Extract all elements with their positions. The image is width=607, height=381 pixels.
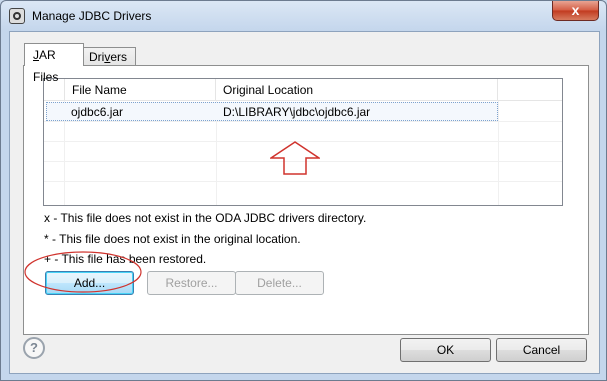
tab-jar-files[interactable]: JAR Files [24,43,84,84]
jar-files-table[interactable]: File Name Original Location ojdbc6.jar D… [43,78,563,206]
grid-line [498,101,499,205]
restore-button[interactable]: Restore... [147,271,236,295]
tab-drivers[interactable]: Drivers [83,47,136,67]
cell-original-location: D:\LIBRARY\jdbc\ojdbc6.jar [223,105,371,119]
table-header: File Name Original Location [44,79,562,101]
cell-file-name: ojdbc6.jar [71,105,124,119]
title-bar: Manage JDBC Drivers x [1,1,606,31]
up-arrow-annotation [270,141,320,175]
dialog-body: JAR Files Drivers File Name Original Loc… [9,31,600,374]
help-icon[interactable]: ? [23,337,45,359]
cancel-button[interactable]: Cancel [496,338,587,362]
window-title: Manage JDBC Drivers [32,9,152,23]
close-button[interactable]: x [552,1,599,21]
dialog-window: Manage JDBC Drivers x JAR Files Drivers … [0,0,607,381]
circle-annotation [24,251,142,293]
delete-button[interactable]: Delete... [235,271,324,295]
column-header-original-location[interactable]: Original Location [216,79,498,101]
jar-files-panel: File Name Original Location ojdbc6.jar D… [23,65,589,335]
column-header-file-name[interactable]: File Name [64,79,216,101]
app-icon [9,8,25,24]
legend-missing-in-original: * - This file does not exist in the orig… [44,232,301,246]
ok-button[interactable]: OK [400,338,491,362]
legend-missing-in-drivers-dir: x - This file does not exist in the ODA … [44,211,367,225]
grid-line [44,181,562,182]
grid-line [44,121,562,122]
